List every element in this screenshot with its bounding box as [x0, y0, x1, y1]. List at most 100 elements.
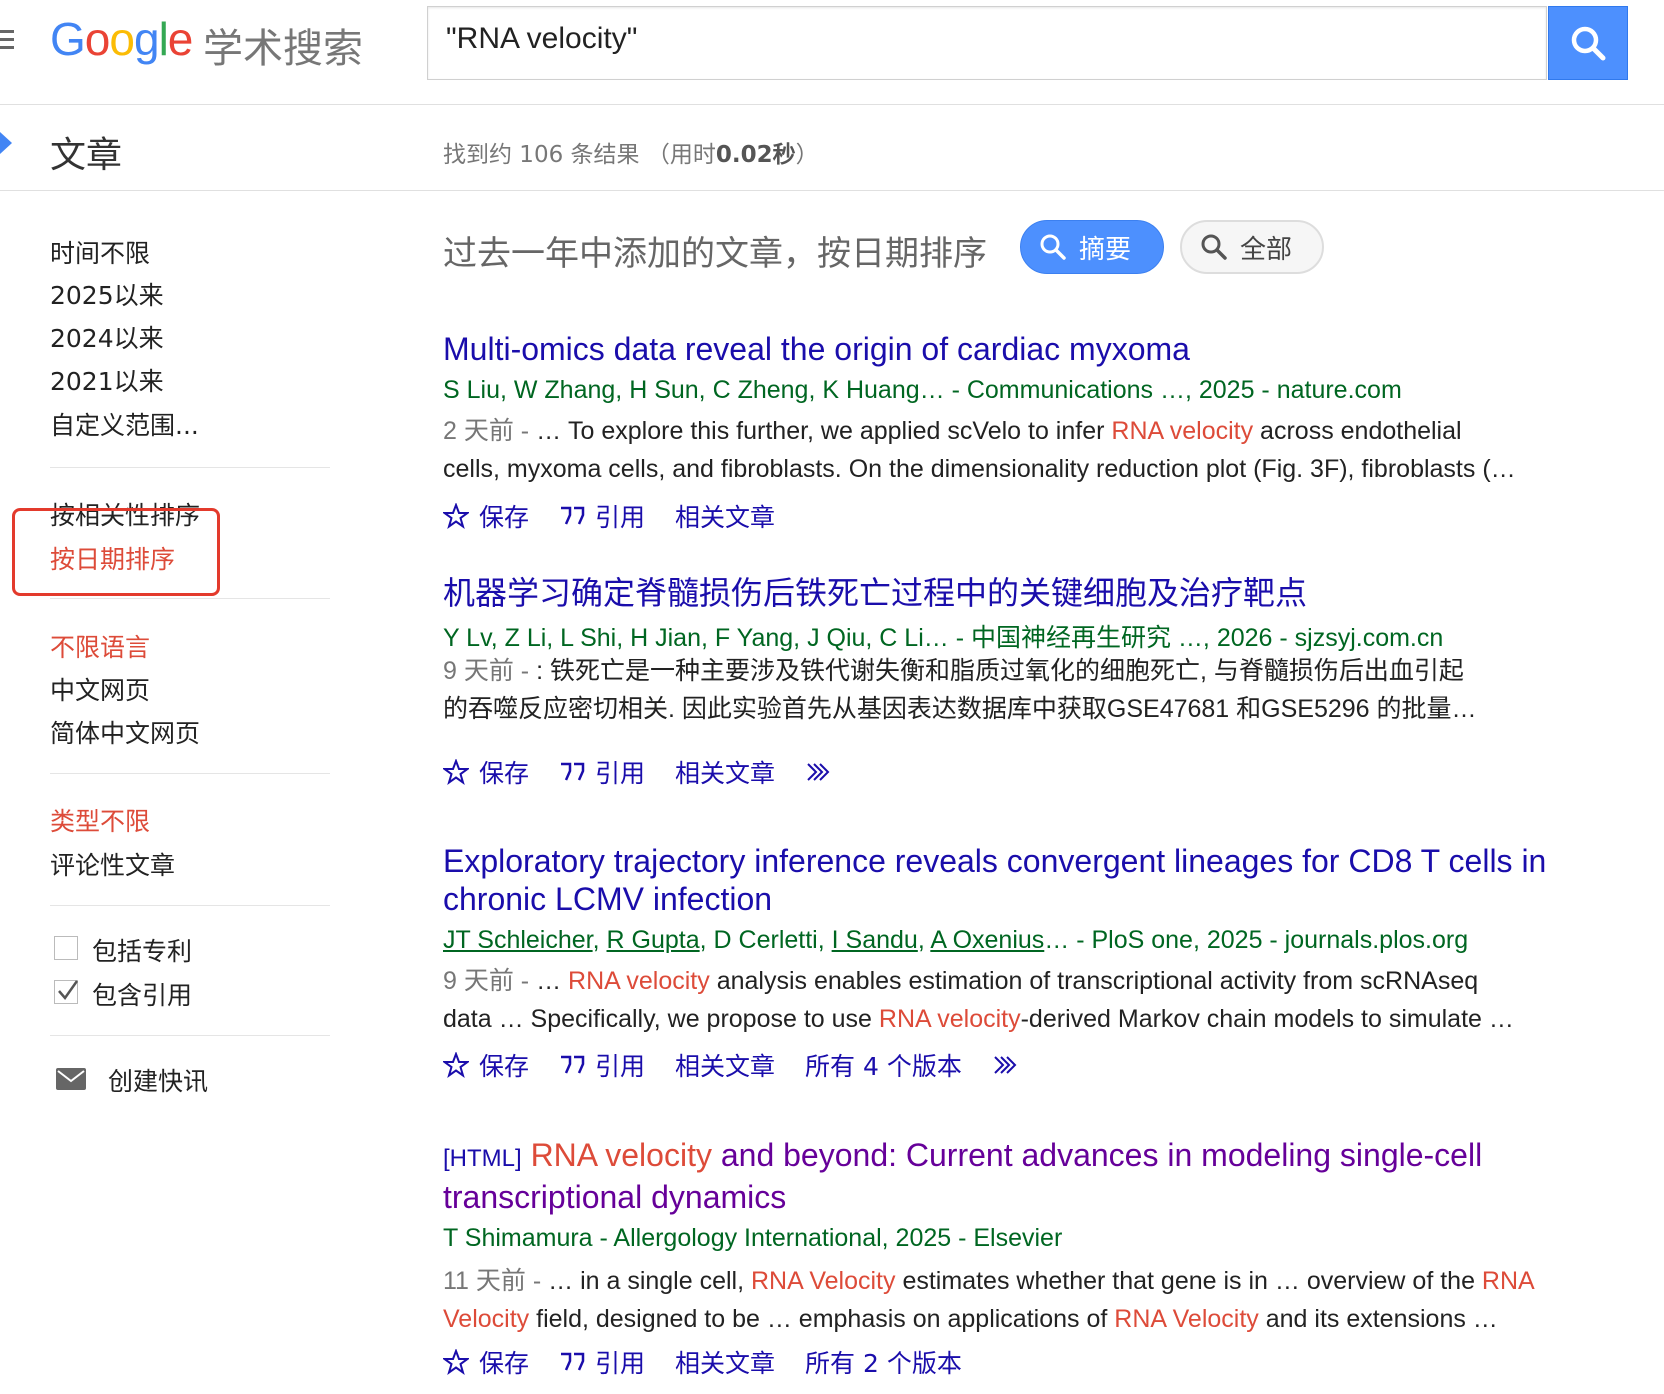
filter-chinese-pages[interactable]: 中文网页 [50, 671, 150, 707]
all-toggle-label: 全部 [1240, 234, 1293, 265]
html-tag[interactable]: [HTML] [443, 1145, 522, 1172]
star-icon [443, 1349, 469, 1375]
save-label: 保存 [479, 503, 530, 532]
more-options-link[interactable] [992, 1054, 1032, 1076]
result-actions: 保存 引用 相关文章 所有 2 个版本 [443, 1344, 992, 1380]
filter-since-2021[interactable]: 2021以来 [50, 362, 164, 398]
author-link[interactable]: I Sandu [832, 926, 918, 954]
filter-custom-range[interactable]: 自定义范围... [50, 406, 199, 442]
result-title-line: and beyond: Current advances in modeling… [711, 1137, 1483, 1173]
search-input[interactable] [444, 21, 1528, 57]
result-actions: 保存 引用 相关文章 [443, 754, 875, 790]
abstract-toggle-button[interactable]: 摘要 [1020, 220, 1164, 274]
result-age: 2 天前 - [443, 417, 537, 445]
sub-bar [0, 104, 1664, 191]
annotation-highlight-box [12, 508, 220, 596]
all-versions-link[interactable]: 所有 2 个版本 [805, 1344, 962, 1380]
result-source: … - PloS one, 2025 - journals.plos.org [1044, 926, 1469, 954]
filter-since-2024[interactable]: 2024以来 [50, 319, 164, 355]
cite-label: 引用 [595, 1349, 646, 1378]
save-link[interactable]: 保存 [443, 1047, 529, 1083]
section-title[interactable]: 文章 [50, 126, 122, 178]
related-articles-link[interactable]: 相关文章 [675, 498, 775, 534]
snippet-highlight: RNA velocity [568, 967, 710, 995]
result-title-line: Exploratory trajectory inference reveals… [443, 843, 1547, 879]
result-title-link[interactable]: 机器学习确定脊髓损伤后铁死亡过程中的关键细胞及治疗靶点 [443, 574, 1633, 612]
related-articles-link[interactable]: 相关文章 [675, 1047, 775, 1083]
filter-any-time[interactable]: 时间不限 [50, 234, 150, 270]
include-patents-checkbox[interactable] [54, 936, 78, 960]
save-label: 保存 [479, 1349, 530, 1378]
result-authors: Y Lv, Z Li, L Shi, H Jian, F Yang, J Qiu… [443, 624, 1444, 652]
filter-any-language[interactable]: 不限语言 [50, 628, 150, 664]
snippet-highlight: Velocity [443, 1305, 530, 1333]
related-articles-link[interactable]: 相关文章 [675, 754, 775, 790]
divider [50, 1035, 330, 1036]
quote-icon [561, 1352, 585, 1371]
filter-simplified-chinese[interactable]: 简体中文网页 [50, 714, 200, 750]
filter-any-type[interactable]: 类型不限 [50, 802, 150, 838]
envelope-icon[interactable] [56, 1068, 86, 1090]
search-box[interactable] [427, 6, 1547, 80]
menu-icon[interactable] [0, 30, 14, 54]
result-title-link[interactable]: Multi-omics data reveal the origin of ca… [443, 330, 1633, 368]
result-age: 9 天前 - [443, 967, 537, 995]
dropdown-arrow-icon[interactable] [0, 132, 12, 154]
result-authors: JT Schleicher, R Gupta, D Cerletti, I Sa… [443, 926, 1469, 954]
result-authors: T Shimamura - Allergology International,… [443, 1224, 1063, 1252]
google-logo[interactable]: Google [50, 12, 193, 66]
search-icon [1040, 234, 1066, 260]
result-snippet: 11 天前 - … in a single cell, RNA Velocity… [443, 1262, 1623, 1338]
more-options-link[interactable] [805, 761, 845, 783]
save-link[interactable]: 保存 [443, 498, 529, 534]
quote-icon [561, 506, 585, 525]
save-link[interactable]: 保存 [443, 754, 529, 790]
scholar-logo-text[interactable]: 学术搜索 [203, 16, 363, 74]
cite-link[interactable]: 引用 [559, 754, 645, 790]
snippet-text: … To explore this further, we applied sc… [536, 417, 1112, 445]
save-label: 保存 [479, 1052, 530, 1081]
result-age: 9 天前 - [443, 657, 537, 685]
stats-time: 0.02秒 [715, 142, 796, 168]
filter-review-articles[interactable]: 评论性文章 [50, 846, 175, 882]
result-title-link[interactable]: Exploratory trajectory inference reveals… [443, 842, 1633, 918]
star-icon [443, 503, 469, 529]
save-label: 保存 [479, 759, 530, 788]
double-chevron-right-icon [807, 763, 830, 781]
cite-link[interactable]: 引用 [559, 498, 645, 534]
stats-suffix: ） [795, 142, 819, 168]
cite-label: 引用 [595, 503, 646, 532]
snippet-text: cells, myxoma cells, and fibroblasts. On… [443, 455, 1516, 483]
related-articles-link[interactable]: 相关文章 [675, 1344, 775, 1380]
cite-link[interactable]: 引用 [559, 1047, 645, 1083]
result-title-line: chronic LCMV infection [443, 881, 773, 917]
author-link[interactable]: JT Schleicher [443, 926, 593, 954]
cite-link[interactable]: 引用 [559, 1344, 645, 1380]
checkmark-icon [58, 980, 79, 1001]
double-chevron-right-icon [994, 1056, 1017, 1074]
include-patents-label[interactable]: 包括专利 [92, 932, 192, 968]
abstract-toggle-label: 摘要 [1079, 234, 1132, 265]
author-name: D Cerletti [713, 926, 818, 954]
result-title-link[interactable]: [HTML] RNA velocity and beyond: Current … [443, 1136, 1633, 1216]
include-citations-label[interactable]: 包含引用 [92, 976, 192, 1012]
include-citations-checkbox[interactable] [54, 980, 79, 1004]
search-button[interactable] [1548, 6, 1628, 80]
author-link[interactable]: R Gupta [607, 926, 700, 954]
save-link[interactable]: 保存 [443, 1344, 529, 1380]
all-toggle-button[interactable]: 全部 [1180, 220, 1324, 274]
result-title-line: transcriptional dynamics [443, 1179, 787, 1215]
snippet-text: and its extensions … [1258, 1305, 1498, 1333]
result-snippet: 9 天前 - … RNA velocity analysis enables e… [443, 962, 1623, 1038]
snippet-text: … [536, 967, 569, 995]
snippet-text: analysis enables estimation of transcrip… [709, 967, 1479, 995]
all-versions-link[interactable]: 所有 4 个版本 [805, 1047, 962, 1083]
divider [50, 773, 330, 774]
divider [50, 467, 330, 468]
filter-since-2025[interactable]: 2025以来 [50, 276, 164, 312]
stats-prefix: 找到约 106 条结果 （用时 [443, 142, 716, 168]
author-link[interactable]: A Oxenius [930, 926, 1044, 954]
create-alert-link[interactable]: 创建快讯 [108, 1062, 208, 1098]
divider [50, 905, 330, 906]
snippet-text: … in a single cell, [548, 1267, 751, 1295]
